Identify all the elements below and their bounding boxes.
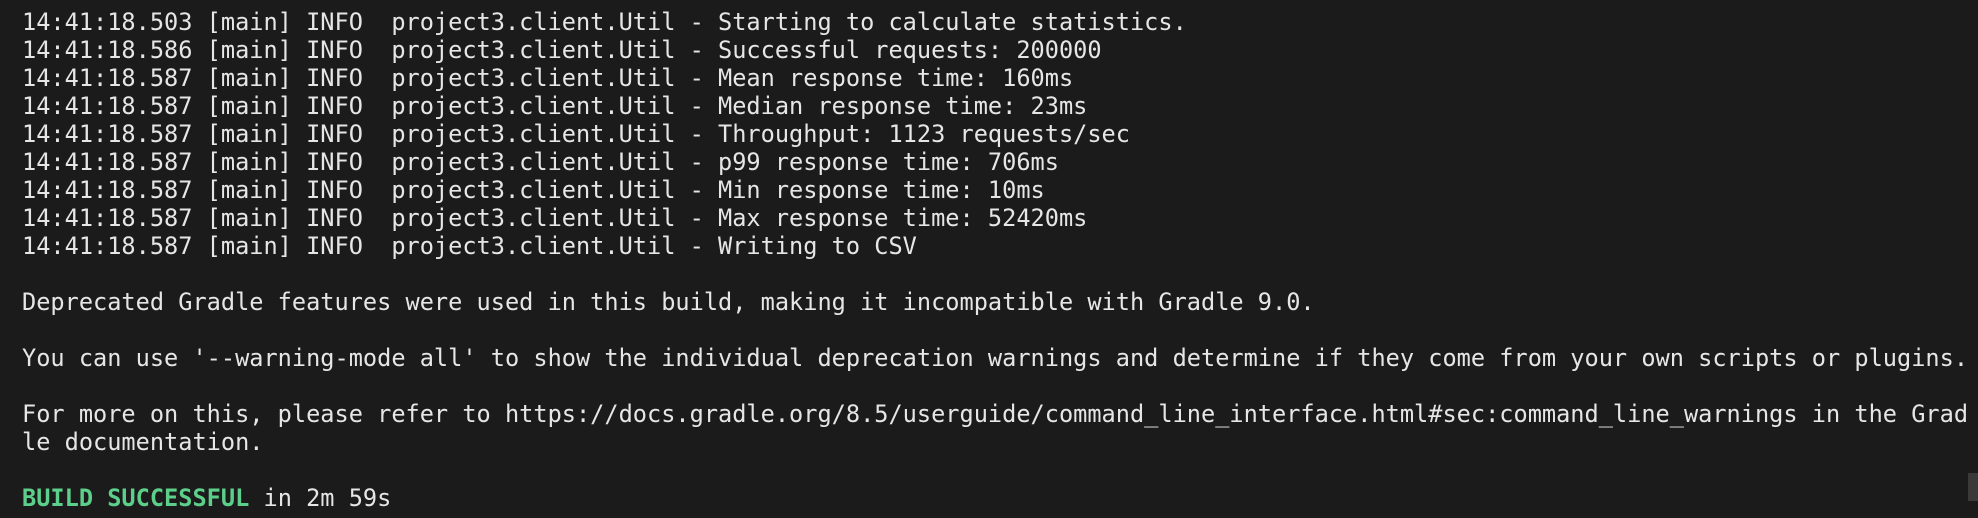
log-line: 14:41:18.586 [main] INFO project3.client…: [22, 36, 1102, 64]
log-line: 14:41:18.503 [main] INFO project3.client…: [22, 8, 1187, 36]
build-result-line: BUILD SUCCESSFUL in 2m 59s: [22, 484, 1978, 512]
warning-mode-message: You can use '--warning-mode all' to show…: [22, 344, 1969, 372]
log-line: 14:41:18.587 [main] INFO project3.client…: [22, 232, 917, 260]
terminal-output[interactable]: 14:41:18.503 [main] INFO project3.client…: [0, 0, 1978, 518]
log-line: 14:41:18.587 [main] INFO project3.client…: [22, 204, 1088, 232]
scrollbar-thumb[interactable]: [1968, 473, 1978, 501]
docs-reference-message: For more on this, please refer to https:…: [22, 400, 1969, 428]
log-line: 14:41:18.587 [main] INFO project3.client…: [22, 120, 1130, 148]
log-line: 14:41:18.587 [main] INFO project3.client…: [22, 64, 1074, 92]
log-line: 14:41:18.587 [main] INFO project3.client…: [22, 148, 1059, 176]
build-duration: in 2m 59s: [249, 484, 392, 512]
build-status: BUILD SUCCESSFUL: [22, 484, 250, 512]
log-line: 14:41:18.587 [main] INFO project3.client…: [22, 92, 1088, 120]
log-line: 14:41:18.587 [main] INFO project3.client…: [22, 176, 1045, 204]
docs-reference-message-continued: le documentation.: [22, 428, 264, 456]
deprecation-message: Deprecated Gradle features were used in …: [22, 288, 1315, 316]
